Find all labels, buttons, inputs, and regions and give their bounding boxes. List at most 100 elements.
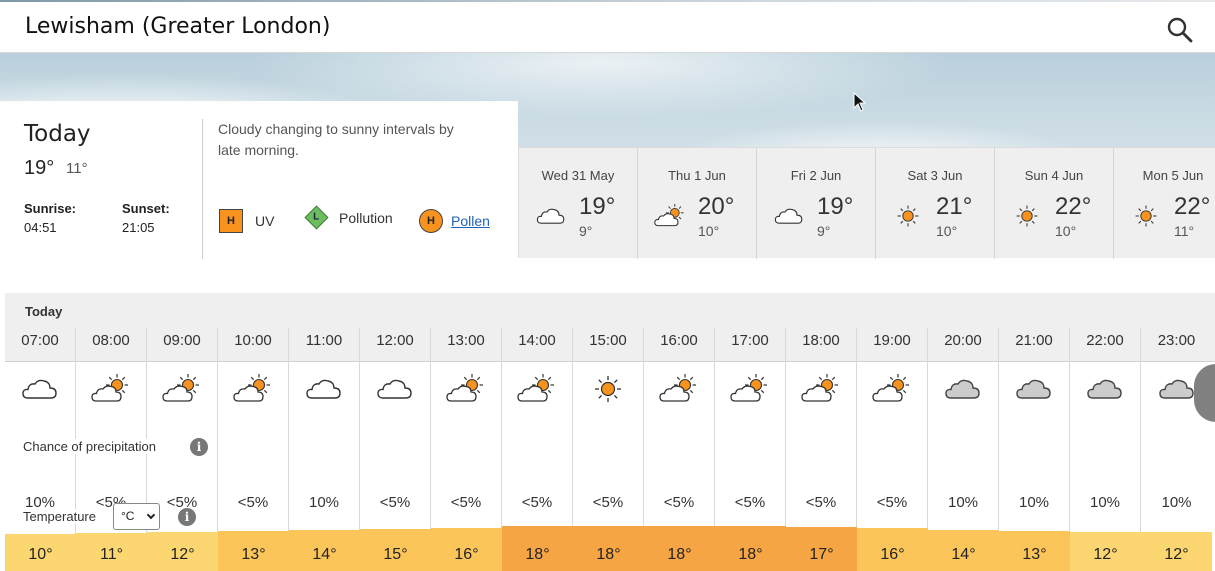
day-low-temp: 10° bbox=[698, 223, 720, 239]
hour-temperature: 13° bbox=[218, 531, 289, 571]
hour-time: 18:00 bbox=[802, 332, 840, 349]
cloud-icon bbox=[774, 208, 803, 224]
grey-cloud-icon bbox=[1087, 379, 1122, 399]
hour-time: 11:00 bbox=[305, 332, 343, 349]
pollen-indicator[interactable]: H Pollen bbox=[419, 209, 490, 233]
pollution-level-badge: L bbox=[304, 205, 329, 230]
hour-temperature: 12° bbox=[1070, 532, 1141, 571]
day-forecast-2[interactable]: Fri 2 Jun 19° 9° bbox=[757, 148, 876, 259]
day-forecast-4[interactable]: Sun 4 Jun 22° 10° bbox=[995, 148, 1114, 259]
grey-cloud-icon bbox=[945, 379, 980, 399]
hour-time: 20:00 bbox=[944, 332, 982, 349]
hour-temperature: 13° bbox=[999, 531, 1070, 571]
hour-weather-icon bbox=[517, 374, 557, 409]
hour-precipitation: 10% bbox=[947, 494, 979, 511]
cloud-icon bbox=[22, 379, 57, 399]
divider bbox=[202, 119, 203, 259]
day-forecast-5[interactable]: Mon 5 Jun 22° 11° bbox=[1114, 148, 1215, 259]
day-low-temp: 9° bbox=[817, 223, 831, 239]
search-icon bbox=[1167, 17, 1193, 43]
pollen-link[interactable]: Pollen bbox=[451, 213, 490, 229]
sun-cloud-icon bbox=[654, 204, 684, 227]
uv-label: UV bbox=[255, 213, 275, 229]
hour-weather-icon bbox=[1085, 374, 1125, 409]
day-weather-icon bbox=[1130, 204, 1162, 233]
hour-temperature: 18° bbox=[573, 526, 644, 571]
day-forecast-0[interactable]: Wed 31 May 19° 9° bbox=[519, 148, 638, 259]
day-forecast-3[interactable]: Sat 3 Jun 21° 10° bbox=[876, 148, 995, 259]
hour-temperature: 16° bbox=[431, 528, 502, 571]
hour-column: 12:00 <5% 15° bbox=[360, 328, 431, 571]
hour-weather-icon bbox=[872, 374, 912, 409]
sun-cloud-icon bbox=[730, 374, 767, 402]
temperature-info-icon[interactable]: i bbox=[178, 508, 196, 526]
hour-time: 17:00 bbox=[731, 332, 769, 349]
uv-level-badge: H bbox=[219, 209, 243, 233]
hour-temperature: 15° bbox=[360, 529, 431, 571]
search-button[interactable] bbox=[1166, 16, 1194, 44]
hour-column: 10:00 <5% 13° bbox=[218, 328, 289, 571]
temperature-unit-value: °C bbox=[121, 509, 135, 523]
day-name: Wed 31 May bbox=[541, 168, 615, 183]
day-weather-icon bbox=[892, 204, 924, 233]
day-name: Mon 5 Jun bbox=[1142, 168, 1204, 183]
hour-weather-icon bbox=[1014, 374, 1054, 409]
day-weather-icon bbox=[1011, 204, 1043, 233]
hour-time: 16:00 bbox=[660, 332, 698, 349]
day-forecast-1[interactable]: Thu 1 Jun 20° 10° bbox=[638, 148, 757, 259]
day-name: Sat 3 Jun bbox=[907, 168, 963, 183]
hour-temperature: 12° bbox=[147, 532, 218, 571]
hour-temperature: 17° bbox=[786, 527, 857, 571]
today-high-temp: 19° bbox=[24, 157, 55, 179]
precipitation-info-icon[interactable]: i bbox=[190, 438, 208, 456]
hour-precipitation: <5% bbox=[450, 494, 482, 511]
sun-cloud-icon bbox=[233, 374, 270, 402]
uv-indicator[interactable]: H UV bbox=[219, 209, 274, 233]
chevron-down-icon bbox=[146, 510, 156, 520]
temperature-unit-select[interactable]: °C bbox=[113, 503, 160, 530]
day-high-temp: 22° bbox=[1055, 193, 1092, 220]
sun-cloud-icon bbox=[91, 374, 128, 402]
hour-precipitation: <5% bbox=[379, 494, 411, 511]
hour-weather-icon bbox=[588, 374, 628, 409]
hour-weather-icon bbox=[801, 374, 841, 409]
sun-cloud-icon bbox=[162, 374, 199, 402]
sunrise-time: 04:51 bbox=[24, 220, 57, 235]
hour-temperature: 18° bbox=[715, 526, 786, 571]
day-weather-icon bbox=[535, 204, 567, 233]
hour-column: 13:00 <5% 16° bbox=[431, 328, 502, 571]
hour-weather-icon bbox=[20, 374, 60, 409]
sun-icon bbox=[1016, 205, 1038, 227]
hour-weather-icon bbox=[375, 374, 415, 409]
sunset-label: Sunset: bbox=[122, 201, 170, 216]
hour-temperature: 12° bbox=[1141, 532, 1212, 571]
location-header: Lewisham (Greater London) bbox=[0, 2, 1215, 53]
location-title: Lewisham (Greater London) bbox=[25, 14, 331, 39]
sun-cloud-icon bbox=[659, 374, 696, 402]
cloud-icon bbox=[306, 379, 341, 399]
today-heading: Today bbox=[24, 121, 91, 147]
hour-weather-icon bbox=[91, 374, 131, 409]
hour-column: 22:00 10% 12° bbox=[1070, 328, 1141, 571]
hour-time: 13:00 bbox=[447, 332, 485, 349]
hour-time: 22:00 bbox=[1086, 332, 1124, 349]
sun-icon bbox=[897, 205, 919, 227]
hour-precipitation: <5% bbox=[876, 494, 908, 511]
hour-weather-icon bbox=[304, 374, 344, 409]
hour-weather-icon bbox=[233, 374, 273, 409]
grey-cloud-icon bbox=[1158, 379, 1194, 399]
hour-weather-icon bbox=[446, 374, 486, 409]
hour-precipitation: <5% bbox=[663, 494, 695, 511]
day-high-temp: 22° bbox=[1174, 193, 1211, 220]
hour-precipitation: <5% bbox=[237, 494, 269, 511]
hour-column: 20:00 10% 14° bbox=[928, 328, 999, 571]
pollution-indicator[interactable]: L Pollution bbox=[304, 205, 393, 230]
sun-cloud-icon bbox=[446, 374, 483, 402]
hour-precipitation: <5% bbox=[521, 494, 553, 511]
day-low-temp: 10° bbox=[936, 223, 958, 239]
hour-time: 07:00 bbox=[21, 332, 59, 349]
hour-precipitation: 10% bbox=[1161, 494, 1192, 511]
day-high-temp: 19° bbox=[579, 193, 616, 220]
day-name: Sun 4 Jun bbox=[1024, 168, 1084, 183]
hour-column: 21:00 10% 13° bbox=[999, 328, 1070, 571]
